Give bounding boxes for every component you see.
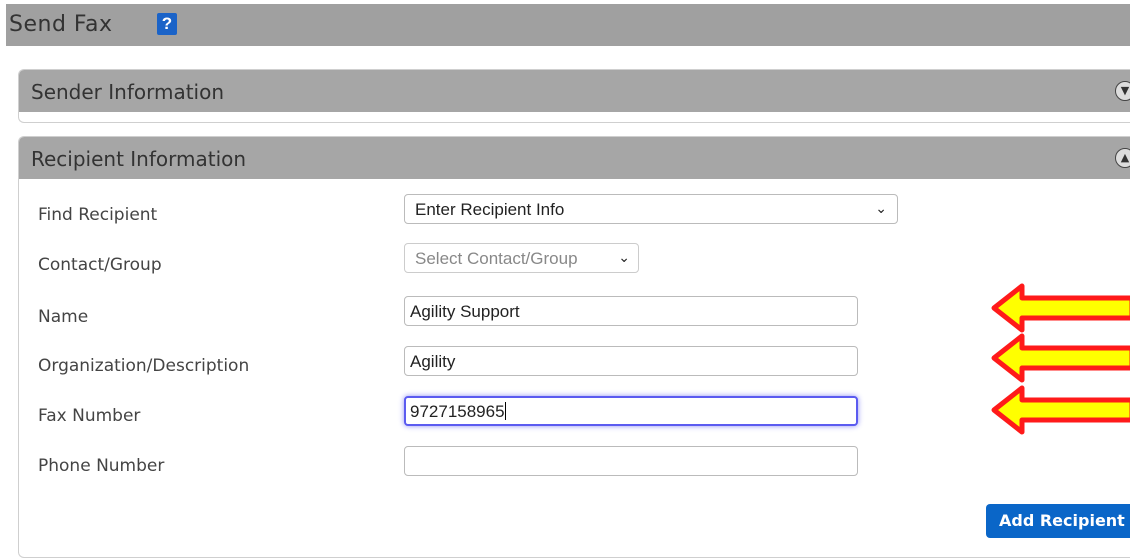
recipient-information-title: Recipient Information bbox=[31, 147, 247, 171]
fax-number-input-value: 9727158965 bbox=[410, 402, 505, 421]
organization-input[interactable]: Agility bbox=[404, 346, 858, 376]
annotation-arrow-icon bbox=[991, 385, 1130, 435]
name-input[interactable]: Agility Support bbox=[404, 296, 858, 326]
phone-number-input[interactable] bbox=[404, 446, 858, 476]
find-recipient-select[interactable]: Enter Recipient Info ⌄ bbox=[404, 194, 898, 224]
phone-number-label: Phone Number bbox=[38, 456, 165, 476]
fax-number-label: Fax Number bbox=[38, 406, 141, 426]
chevron-up-circle-icon[interactable]: ▲ bbox=[1115, 148, 1130, 168]
contact-group-label: Contact/Group bbox=[38, 255, 162, 275]
organization-label: Organization/Description bbox=[38, 356, 250, 376]
sender-information-header[interactable]: Sender Information ▼ bbox=[19, 70, 1130, 112]
sender-information-title: Sender Information bbox=[31, 80, 225, 104]
annotation-arrow-icon bbox=[991, 333, 1130, 383]
sender-information-panel: Sender Information ▼ bbox=[18, 69, 1130, 123]
text-cursor bbox=[504, 402, 506, 420]
chevron-down-icon: ⌄ bbox=[618, 249, 630, 265]
annotation-arrow-icon bbox=[991, 283, 1130, 333]
find-recipient-label: Find Recipient bbox=[38, 205, 158, 225]
page-header: Send Fax ? bbox=[6, 4, 1130, 46]
find-recipient-value: Enter Recipient Info bbox=[415, 200, 565, 219]
recipient-information-header[interactable]: Recipient Information ▲ bbox=[19, 137, 1130, 179]
help-icon[interactable]: ? bbox=[157, 13, 177, 35]
chevron-down-circle-icon[interactable]: ▼ bbox=[1115, 81, 1130, 101]
page-title: Send Fax bbox=[9, 12, 113, 37]
fax-number-input[interactable]: 9727158965 bbox=[404, 396, 858, 426]
chevron-down-icon: ⌄ bbox=[875, 200, 887, 216]
name-label: Name bbox=[38, 307, 89, 327]
contact-group-value: Select Contact/Group bbox=[415, 249, 578, 268]
name-input-value: Agility Support bbox=[410, 302, 520, 321]
add-recipient-button[interactable]: Add Recipient bbox=[986, 504, 1130, 538]
organization-input-value: Agility bbox=[410, 352, 456, 371]
contact-group-select[interactable]: Select Contact/Group ⌄ bbox=[404, 243, 639, 273]
